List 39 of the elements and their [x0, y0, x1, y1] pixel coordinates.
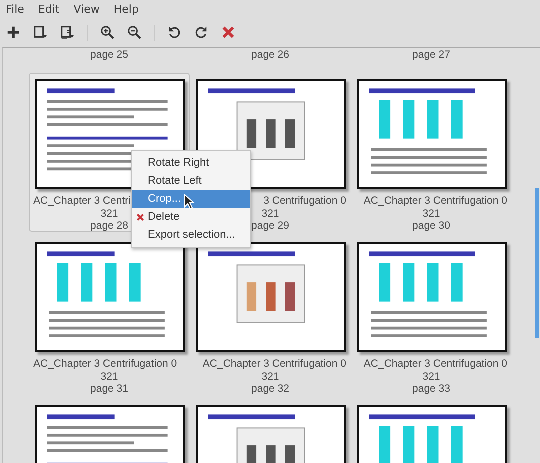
file-name: 321: [422, 208, 440, 220]
page-label: page 29: [252, 220, 290, 232]
page-label: page 28: [90, 220, 128, 232]
file-name: AC_Chapter 3 Centrifugation 0: [202, 358, 346, 370]
page-label: page 25: [90, 49, 128, 63]
file-name: AC_Chapter 3 Centrifugation 0: [364, 358, 508, 370]
file-name: 3 Centrifugation 0: [264, 195, 346, 208]
page-label: page 31: [90, 383, 128, 396]
rotate-left-icon[interactable]: [167, 25, 182, 40]
menu-item[interactable]: File: [6, 2, 24, 16]
file-name: AC_Chapter 3 Centrifugation 0: [34, 358, 178, 370]
page-label: page 30: [412, 220, 450, 232]
file-name: 321: [100, 370, 118, 383]
page-label: page 33: [412, 383, 450, 396]
page-import-icon[interactable]: [33, 25, 48, 40]
menu-item[interactable]: View: [74, 2, 100, 16]
zoom-in-icon[interactable]: [100, 25, 115, 40]
rotate-right-icon[interactable]: [194, 25, 209, 40]
add-icon[interactable]: [6, 25, 21, 40]
page-item[interactable]: AC_Chapter 3 Centrifugation 0 321 page 33: [351, 236, 512, 395]
file-name: 321: [100, 208, 118, 220]
file-name: AC_Chapter 3 Centri: [34, 195, 131, 208]
file-name: 321: [422, 370, 440, 383]
file-name: AC_Chapter 3 Centrifugation 0: [364, 195, 508, 208]
file-name: 321: [262, 208, 280, 220]
zoom-out-icon[interactable]: [127, 25, 142, 40]
menu-item[interactable]: Edit: [38, 2, 60, 16]
page-label: page 27: [412, 49, 450, 63]
page-export-icon[interactable]: [60, 25, 75, 40]
file-name: 321: [262, 370, 280, 383]
scrollbar-thumb[interactable]: [535, 188, 539, 338]
menu-item[interactable]: Crop...: [132, 190, 250, 208]
mouse-cursor-icon: [184, 194, 195, 210]
page-label: page 26: [252, 49, 290, 63]
menu-item[interactable]: Help: [114, 2, 139, 16]
delete-icon[interactable]: [221, 25, 236, 40]
page-item[interactable]: AC_Chapter 3 Centrifugation 0 321 page 30: [351, 73, 512, 232]
delete-icon: [136, 212, 144, 222]
page-label: page 32: [252, 383, 290, 396]
